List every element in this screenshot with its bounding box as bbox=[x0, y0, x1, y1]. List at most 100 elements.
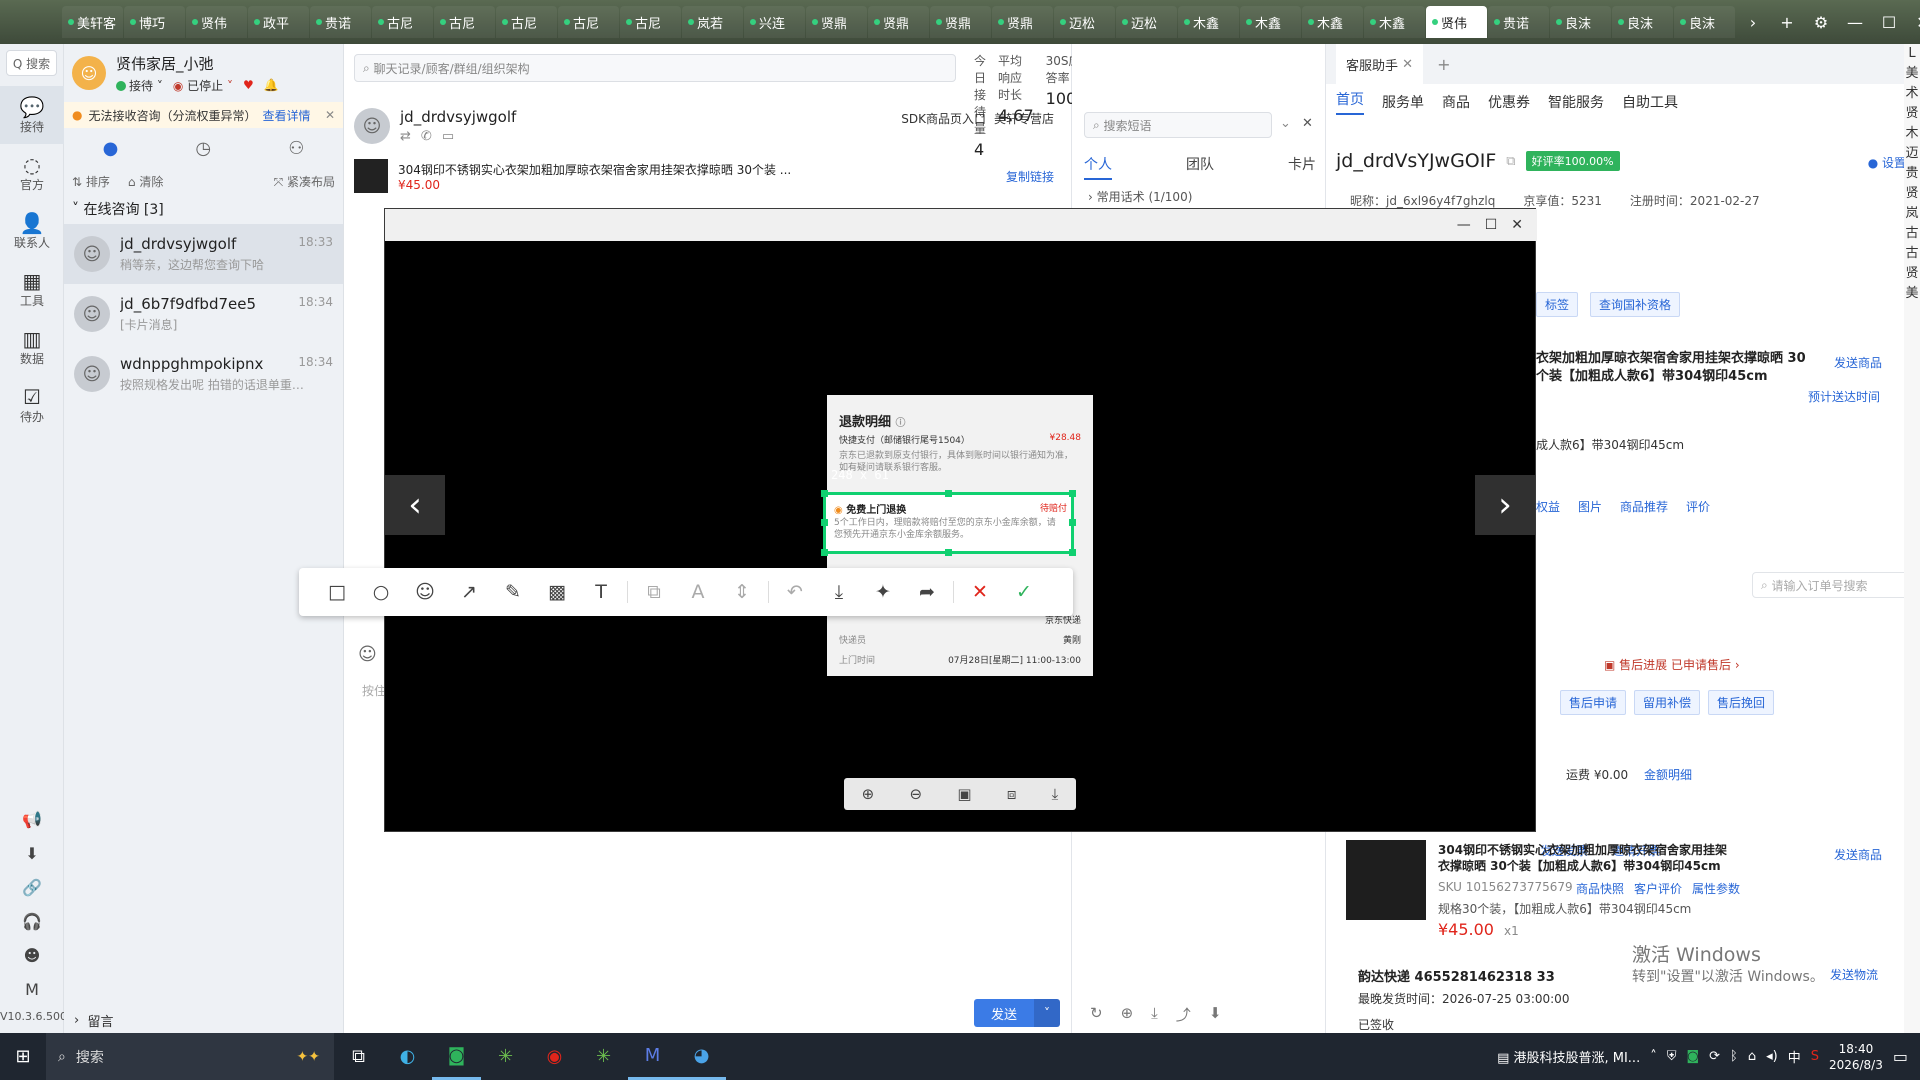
layout-button[interactable]: ⤧ 紧凑布局 bbox=[274, 173, 335, 190]
zoom-in-icon[interactable]: ⊕ bbox=[862, 785, 875, 803]
app-tab[interactable]: 古尼 bbox=[496, 6, 557, 38]
app-tab[interactable]: 良沫 bbox=[1612, 6, 1673, 38]
app-tab[interactable]: 贵诺 bbox=[310, 6, 371, 38]
phrase-tab-0[interactable]: 个人 bbox=[1084, 154, 1112, 180]
undo-icon[interactable]: ↶ bbox=[773, 568, 817, 616]
app-tab[interactable]: 贤伟 bbox=[186, 6, 247, 38]
refresh-icon[interactable]: ↻ bbox=[1090, 1004, 1103, 1025]
settings-link[interactable]: ● 设置 bbox=[1868, 154, 1906, 171]
rail-bottom-icon[interactable]: ☻ bbox=[0, 938, 64, 972]
conversation-item[interactable]: ☺ wdnppghmpokipnx 18:34 按照规格发出呢 拍错的话退单重… bbox=[64, 344, 343, 404]
app-tab[interactable]: 古尼 bbox=[558, 6, 619, 38]
maximize-icon[interactable]: ☐ bbox=[1872, 13, 1906, 32]
volume-icon[interactable]: ◂) bbox=[1766, 1049, 1778, 1064]
resize-handle[interactable] bbox=[821, 519, 828, 526]
task-view-icon[interactable]: ⧉ bbox=[334, 1033, 383, 1080]
app-tab[interactable]: 贤鼎 bbox=[868, 6, 929, 38]
export-icon[interactable]: ⤴ bbox=[1176, 1004, 1191, 1025]
pin-copy-icon[interactable]: ⧉ bbox=[632, 568, 676, 616]
rectangle-tool-icon[interactable]: □ bbox=[315, 568, 359, 616]
assistant-nav-0[interactable]: 首页 bbox=[1336, 89, 1364, 115]
phone-icon[interactable]: ✆ bbox=[421, 129, 432, 144]
common-phrases-group[interactable]: › 常用话术 (1/100) bbox=[1088, 188, 1192, 205]
clear-button[interactable]: ⌂ 清除 bbox=[128, 173, 163, 190]
assistant-nav-1[interactable]: 服务单 bbox=[1382, 92, 1424, 112]
after-sale-button[interactable]: 售后挽回 bbox=[1708, 690, 1775, 715]
previous-image-button[interactable]: ‹ bbox=[385, 475, 445, 535]
text-tool-icon[interactable]: T bbox=[579, 568, 623, 616]
app-red-icon[interactable]: ◉ bbox=[530, 1033, 579, 1080]
close-icon[interactable]: ✕ bbox=[1906, 13, 1920, 32]
close-icon[interactable]: ✕ bbox=[1302, 116, 1313, 131]
download-icon[interactable]: ⬇ bbox=[1209, 1004, 1222, 1025]
assistant-nav-2[interactable]: 商品 bbox=[1442, 92, 1470, 112]
app-tab[interactable]: 良沫 bbox=[1550, 6, 1611, 38]
emoji-icon[interactable]: ☺ bbox=[358, 644, 377, 665]
shield-icon[interactable]: ⛨ bbox=[1667, 1049, 1677, 1064]
group-icon[interactable]: ⚇ bbox=[288, 138, 304, 159]
rail-item-5[interactable]: ☑ 待办 bbox=[0, 376, 64, 434]
rail-bottom-icon[interactable]: 🔗 bbox=[0, 870, 64, 904]
phrase-tab-2[interactable]: 卡片 bbox=[1288, 154, 1316, 180]
capture-selection-box[interactable]: ◉ 免费上门退换 待赔付 5个工作日内，理赔款将赔付至您的京东小金库余额，请您预… bbox=[821, 490, 1076, 556]
cancel-icon[interactable]: ✕ bbox=[958, 568, 1002, 616]
app-tab[interactable]: 迈松 bbox=[1054, 6, 1115, 38]
app-star-icon[interactable]: ✳ bbox=[481, 1033, 530, 1080]
windows-start-icon[interactable]: ⊞ bbox=[0, 1046, 46, 1067]
sync-icon[interactable]: ⟳ bbox=[1709, 1049, 1720, 1064]
taskbar-search-box[interactable]: ⌕ 搜索 ✦✦ bbox=[46, 1033, 334, 1080]
assistant-nav-5[interactable]: 自助工具 bbox=[1622, 92, 1678, 112]
zoom-out-icon[interactable]: ⊖ bbox=[910, 785, 923, 803]
jd-dongdong-icon[interactable]: ◕ bbox=[677, 1033, 726, 1080]
notification-icon[interactable]: ▭ bbox=[1893, 1047, 1908, 1066]
taskbar-clock[interactable]: 18:40 2026/8/3 bbox=[1829, 1041, 1883, 1073]
sku-link[interactable]: 客户评价 bbox=[1634, 880, 1682, 897]
app-tab[interactable]: 美轩客 bbox=[62, 6, 123, 38]
edge-browser-icon[interactable]: ◐ bbox=[383, 1033, 432, 1080]
fit-screen-icon[interactable]: ▣ bbox=[957, 785, 971, 803]
app-tab[interactable]: 贵诺 bbox=[1488, 6, 1549, 38]
download-icon[interactable]: ⤓ bbox=[1052, 785, 1059, 803]
app-tab[interactable]: 兴连 bbox=[744, 6, 805, 38]
app-s-icon[interactable]: S bbox=[1811, 1049, 1819, 1064]
resize-handle[interactable] bbox=[1069, 490, 1076, 497]
send-goods-link-2[interactable]: 发送商品 bbox=[1834, 846, 1882, 863]
after-sale-progress[interactable]: ▣ 售后进展 已申请售后 › bbox=[1604, 656, 1740, 673]
sticker-tool-icon[interactable]: ☺ bbox=[403, 568, 447, 616]
ime-indicator[interactable]: 中 bbox=[1788, 1047, 1801, 1066]
phrase-tab-1[interactable]: 团队 bbox=[1186, 154, 1214, 180]
heart-icon[interactable]: ♥ bbox=[243, 78, 254, 92]
close-icon[interactable]: ✕ bbox=[1402, 57, 1413, 72]
wechat-icon[interactable]: ◙ bbox=[432, 1033, 481, 1080]
item-link[interactable]: 商品推荐 bbox=[1620, 498, 1668, 515]
send-goods-link[interactable]: 发送商品 bbox=[1834, 354, 1882, 371]
assistant-nav-4[interactable]: 智能服务 bbox=[1548, 92, 1604, 112]
rail-item-3[interactable]: ▦ 工具 bbox=[0, 260, 64, 318]
minimize-icon[interactable]: — bbox=[1457, 217, 1471, 233]
warning-detail-link[interactable]: 查看详情 bbox=[263, 107, 311, 124]
add-tab-icon[interactable]: + bbox=[1770, 13, 1804, 32]
long-capture-icon[interactable]: ⇕ bbox=[720, 568, 764, 616]
tabs-more-chevron-icon[interactable]: › bbox=[1736, 13, 1770, 32]
product-card[interactable]: 304钢印不锈钢实心衣架加粗加厚晾衣架宿舍家用挂架衣撑晾晒 30个装 ... ¥… bbox=[354, 156, 1062, 196]
bluetooth-icon[interactable]: ᛒ bbox=[1730, 1049, 1738, 1064]
rail-item-1[interactable]: ◌ 官方 bbox=[0, 144, 64, 202]
chat-bubble-icon[interactable]: ● bbox=[103, 138, 119, 159]
chat-search-input[interactable]: ⌕ 聊天记录/顾客/群组/组织架构 bbox=[354, 54, 956, 82]
settings-gear-icon[interactable]: ⚙ bbox=[1804, 13, 1838, 32]
save-icon[interactable]: ⤓ bbox=[817, 568, 861, 616]
app-tab[interactable]: 古尼 bbox=[620, 6, 681, 38]
network-icon[interactable]: ⌂ bbox=[1748, 1049, 1756, 1064]
send-options-chevron-icon[interactable]: ˅ bbox=[1034, 999, 1060, 1027]
app-tab[interactable]: 木鑫 bbox=[1178, 6, 1239, 38]
amount-detail-link[interactable]: 金额明细 bbox=[1644, 766, 1692, 783]
tag-button[interactable]: 标签 bbox=[1536, 292, 1579, 317]
sku-link[interactable]: 属性参数 bbox=[1692, 880, 1740, 897]
agent-avatar[interactable]: ☺ bbox=[72, 56, 106, 90]
item-link[interactable]: 评价 bbox=[1686, 498, 1710, 515]
rotate-icon[interactable]: ⧈ bbox=[1007, 785, 1017, 803]
receive-status-toggle[interactable]: 接待 ˅ bbox=[116, 77, 163, 94]
app-tab[interactable]: 岚若 bbox=[682, 6, 743, 38]
after-sale-button[interactable]: 留用补偿 bbox=[1634, 690, 1701, 715]
phrase-search-input[interactable]: ⌕ 搜索短语 bbox=[1084, 112, 1272, 138]
